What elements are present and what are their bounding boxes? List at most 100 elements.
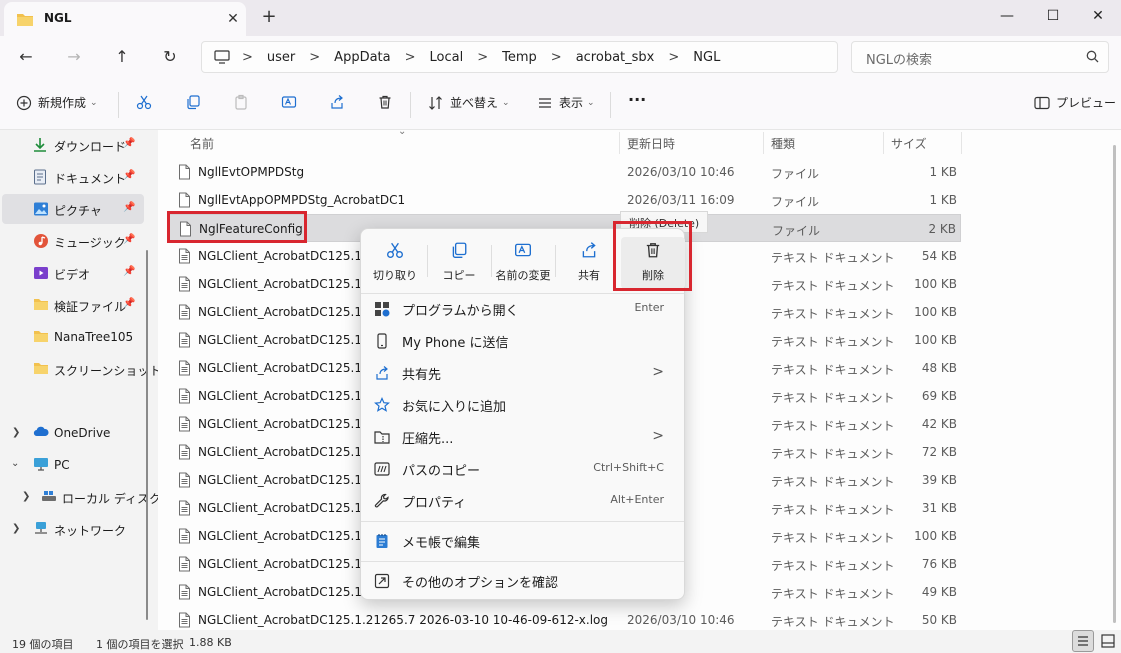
breadcrumb-temp[interactable]: Temp [502,50,537,65]
address-bar[interactable]: > user > AppData > Local > Temp > acroba… [201,41,838,73]
close-window-button[interactable]: ✕ [1075,0,1121,32]
chevron-right-icon[interactable]: ❯ [22,491,30,502]
notepad-icon [374,533,390,549]
menu-item-edit-notepad[interactable]: メモ帳で編集 [365,525,680,557]
menu-item-properties[interactable]: プロパティ Alt+Enter [365,485,680,517]
sidebar-item-local-disk[interactable]: ❯ ローカル ディスク [0,482,161,512]
tab-close-icon[interactable]: ✕ [223,9,243,29]
column-header-size[interactable]: サイズ [891,135,927,159]
sidebar-item-onedrive[interactable]: ❯ OneDrive [0,418,150,448]
menu-item-label: お気に入りに追加 [402,400,507,415]
file-type: ファイル [772,224,821,238]
breadcrumb-appdata[interactable]: AppData [334,50,390,65]
file-icon [178,192,191,208]
forward-button[interactable]: → [60,44,88,70]
refresh-button[interactable]: ↻ [156,44,184,70]
column-divider[interactable] [763,132,764,154]
file-type: テキスト ドキュメント [771,587,895,601]
sidebar-item-videos[interactable]: ビデオ 📌 [0,258,150,288]
file-size: 49 KB [921,585,957,599]
menu-item-open-with[interactable]: プログラムから開く Enter [365,293,680,325]
column-divider[interactable] [883,132,884,154]
text-file-icon [178,528,191,544]
sidebar-item-pc[interactable]: ⌄ PC [0,450,150,480]
chevron-down-icon[interactable]: ⌄ [11,458,19,469]
tab-ngl[interactable]: NGL ✕ [4,2,246,36]
sidebar-item-pictures[interactable]: ピクチャ 📌 [2,194,144,224]
file-type: テキスト ドキュメント [771,307,895,321]
more-button[interactable]: ··· [628,90,646,109]
menu-item-compress-to[interactable]: 圧縮先... > [365,421,680,453]
up-button[interactable]: ↑ [108,44,136,70]
copy-button[interactable] [185,94,201,110]
file-list-scrollbar[interactable] [1113,145,1116,623]
sidebar-item-label: 検証ファイル [54,300,127,314]
sidebar-item-label: ネットワーク [54,524,127,538]
file-size: 1 KB [929,165,957,179]
menu-item-copy-path[interactable]: パスのコピー Ctrl+Shift+C [365,453,680,485]
cut-button[interactable] [136,94,152,110]
sidebar-item-downloads[interactable]: ダウンロード 📌 [0,130,150,160]
sidebar-item-nanatree105[interactable]: NanaTree105 [0,322,150,352]
music-icon [33,233,49,249]
file-icon [178,164,191,180]
pin-icon: 📌 [123,298,136,309]
column-header-name[interactable]: 名前 [190,135,214,159]
download-icon [33,137,47,153]
divider [610,92,611,118]
menu-separator [361,521,684,522]
breadcrumb-acrobat-sbx[interactable]: acrobat_sbx [576,50,655,65]
sidebar-item-documents[interactable]: ドキュメント 📌 [0,162,150,192]
rename-action[interactable]: 名前の変更 [491,237,555,289]
rename-label: 名前の変更 [495,269,551,282]
search-input[interactable]: NGLの検索 [851,41,1109,73]
table-row[interactable]: NgllEvtAppOPMPDStg_AcrobatDC1 2026/03/11 … [168,186,961,214]
menu-item-shortcut: Enter [634,301,664,314]
menu-item-send-to-phone[interactable]: My Phone に送信 [365,325,680,357]
back-button[interactable]: ← [12,44,40,70]
sidebar-item-music[interactable]: ミュージック 📌 [0,226,150,256]
copy-icon [187,95,200,110]
view-button[interactable]: 表示 ⌄ [537,94,595,111]
paste-button[interactable] [233,94,249,110]
chevron-right-icon[interactable]: ❯ [12,427,20,438]
share-action[interactable]: 共有 [557,237,621,289]
sort-button[interactable]: 並べ替え ⌄ [428,94,510,111]
column-header-type[interactable]: 種類 [771,135,795,159]
copy-path-icon [374,461,390,477]
column-divider[interactable] [619,132,620,154]
minimize-button[interactable]: — [984,0,1030,32]
table-row[interactable]: NgllEvtOPMPDStg 2026/03/10 10:46 ファイル 1 KB [168,158,961,186]
delete-button[interactable] [377,94,393,110]
details-view-button[interactable] [1072,630,1094,652]
search-icon[interactable] [1086,50,1111,63]
file-type: テキスト ドキュメント [771,531,895,545]
menu-item-label: プログラムから開く [402,304,519,319]
menu-item-more-options[interactable]: その他のオプションを確認 [365,565,680,597]
breadcrumb-separator: > [242,49,253,65]
preview-button[interactable]: プレビュー [1034,94,1116,111]
maximize-button[interactable]: ☐ [1030,0,1076,32]
sidebar-item-label: ビデオ [54,268,91,282]
sidebar-item-screenshots[interactable]: スクリーンショット [0,354,161,384]
cut-action[interactable]: 切り取り [363,237,427,289]
menu-item-share-to[interactable]: 共有先 > [365,357,680,389]
chevron-right-icon[interactable]: ❯ [12,523,20,534]
sidebar-item-network[interactable]: ❯ ネットワーク [0,514,150,544]
sidebar-scrollbar[interactable] [146,250,148,620]
breadcrumb-user[interactable]: user [267,50,295,65]
new-button[interactable]: 新規作成 ⌄ [16,94,98,111]
sidebar-item-verification-files[interactable]: 検証ファイル 📌 [0,290,150,320]
share-icon [331,95,343,109]
menu-item-add-favorite[interactable]: お気に入りに追加 [365,389,680,421]
tiles-view-button[interactable] [1098,631,1118,651]
copy-action[interactable]: コピー [427,237,491,289]
folder-icon [33,297,49,311]
new-tab-button[interactable]: + [258,6,280,28]
rename-button[interactable] [281,94,297,110]
share-button[interactable] [329,94,345,110]
breadcrumb-local[interactable]: Local [430,50,464,65]
column-divider[interactable] [961,132,962,154]
column-header-date[interactable]: 更新日時 [627,135,675,159]
breadcrumb-ngl[interactable]: NGL [693,50,720,65]
